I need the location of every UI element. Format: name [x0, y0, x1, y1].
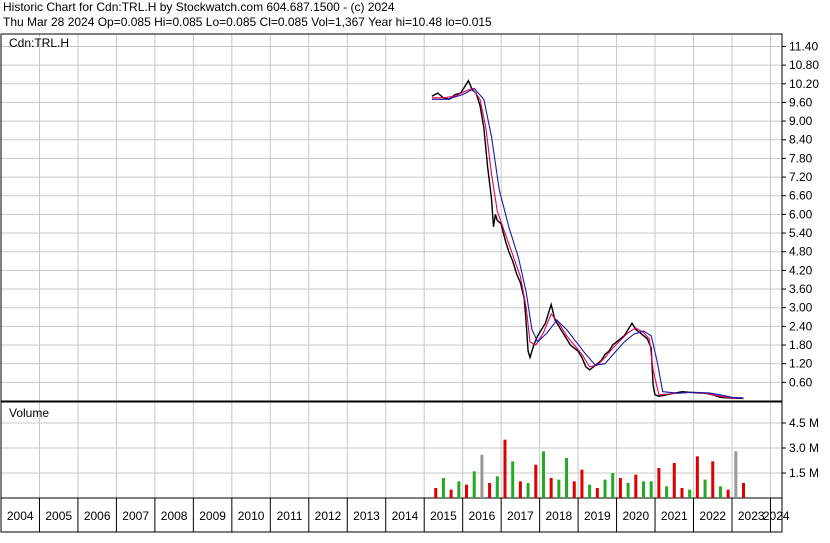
volume-tick-label: 3.0 M — [789, 441, 819, 455]
volume-bar — [680, 488, 684, 498]
volume-bar — [665, 486, 669, 498]
x-tick-label: 2007 — [122, 509, 149, 523]
volume-bar — [742, 483, 746, 498]
stock-chart: 2004 2005 2006 2007 2008 2009 2010 2011 2012 2013… — [0, 33, 819, 533]
volume-panel-title: Volume — [9, 406, 49, 420]
volume-bar — [595, 488, 599, 498]
y-tick-label: 1.80 — [789, 338, 813, 352]
volume-panel-border — [0, 401, 783, 499]
volume-bar — [718, 486, 722, 498]
volume-bar — [695, 456, 699, 498]
volume-bar — [495, 476, 499, 498]
volume-bar — [626, 483, 630, 498]
volume-bar — [441, 478, 445, 498]
volume-bar — [641, 481, 645, 498]
x-tick-label: 2024 — [763, 509, 790, 523]
volume-bar — [726, 489, 730, 498]
volume-bar — [526, 483, 530, 498]
y-tick-label: 6.60 — [789, 189, 813, 203]
volume-bar — [541, 451, 545, 498]
y-tick-label: 4.20 — [789, 263, 813, 277]
x-tick-label: 2020 — [622, 509, 649, 523]
y-tick-label: 9.00 — [789, 114, 813, 128]
y-tick-label: 11.40 — [789, 39, 818, 53]
x-tick-label: 2021 — [661, 509, 688, 523]
y-tick-label: 10.20 — [789, 77, 819, 91]
series-price — [431, 79, 744, 400]
y-tick-label: 6.00 — [789, 207, 813, 221]
series-ma_short — [431, 87, 744, 399]
y-tick-label: 7.80 — [789, 151, 813, 165]
x-tick-label: 2010 — [238, 509, 265, 523]
x-tick-label: 2014 — [392, 509, 419, 523]
volume-bar — [511, 461, 515, 498]
x-tick-label: 2009 — [199, 509, 226, 523]
volume-bar — [472, 471, 476, 498]
volume-bar — [518, 481, 522, 498]
x-tick-label: 2004 — [7, 509, 34, 523]
x-tick-label: 2008 — [161, 509, 188, 523]
volume-bar — [480, 454, 484, 498]
header-quote: Thu Mar 28 2024 Op=0.085 Hi=0.085 Lo=0.0… — [3, 15, 492, 29]
y-tick-label: 2.40 — [789, 319, 813, 333]
volume-bar — [711, 461, 715, 498]
volume-bar — [603, 479, 607, 498]
volume-bar — [434, 488, 438, 498]
x-tick-label: 2017 — [507, 509, 534, 523]
price-panel-border — [0, 33, 783, 402]
volume-bar — [734, 451, 738, 498]
volume-bar — [557, 479, 561, 498]
volume-tick-label: 4.5 M — [789, 416, 819, 430]
x-tick-label: 2006 — [84, 509, 111, 523]
volume-bar — [488, 483, 492, 498]
volume-bar — [588, 484, 592, 498]
chart-header: Historic Chart for Cdn:TRL.H by Stockwat… — [0, 0, 830, 32]
volume-bar — [703, 479, 707, 498]
volume-bar — [634, 474, 638, 498]
volume-bar — [449, 489, 453, 498]
volume-bar — [565, 458, 569, 498]
header-title: Historic Chart for Cdn:TRL.H by Stockwat… — [3, 0, 395, 14]
price-panel-title: Cdn:TRL.H — [9, 36, 69, 50]
volume-bar — [649, 481, 653, 498]
x-tick-label: 2018 — [546, 509, 573, 523]
y-tick-label: 8.40 — [789, 133, 813, 147]
volume-bar — [618, 478, 622, 498]
y-tick-label: 5.40 — [789, 226, 813, 240]
volume-bar — [503, 439, 507, 498]
y-tick-label: 0.60 — [789, 375, 813, 389]
x-tick-label: 2013 — [353, 509, 380, 523]
x-tick-label: 2012 — [315, 509, 342, 523]
x-tick-label: 2005 — [45, 509, 72, 523]
x-tick-label: 2023 — [738, 509, 765, 523]
chart-frame: Historic Chart for Cdn:TRL.H by Stockwat… — [0, 0, 830, 543]
volume-bar — [534, 464, 538, 498]
x-tick-label: 2019 — [584, 509, 611, 523]
volume-bar — [688, 489, 692, 498]
series-ma_long — [431, 87, 744, 399]
x-tick-label: 2011 — [277, 509, 303, 523]
volume-bar — [657, 468, 661, 498]
y-tick-label: 3.00 — [789, 301, 813, 315]
y-tick-label: 10.80 — [789, 58, 819, 72]
volume-bar — [580, 469, 584, 498]
y-tick-label: 4.80 — [789, 245, 813, 259]
y-tick-label: 9.60 — [789, 95, 813, 109]
x-tick-label: 2022 — [699, 509, 726, 523]
volume-bar — [549, 478, 553, 498]
volume-bar — [465, 484, 469, 498]
volume-bar — [572, 481, 576, 498]
volume-tick-label: 1.5 M — [789, 466, 819, 480]
x-tick-label: 2016 — [469, 509, 496, 523]
volume-bar — [611, 473, 615, 498]
y-tick-label: 3.60 — [789, 282, 813, 296]
x-tick-label: 2015 — [430, 509, 457, 523]
volume-bar — [457, 481, 461, 498]
y-tick-label: 1.20 — [789, 357, 813, 371]
volume-bar — [672, 463, 676, 498]
y-tick-label: 7.20 — [789, 170, 813, 184]
